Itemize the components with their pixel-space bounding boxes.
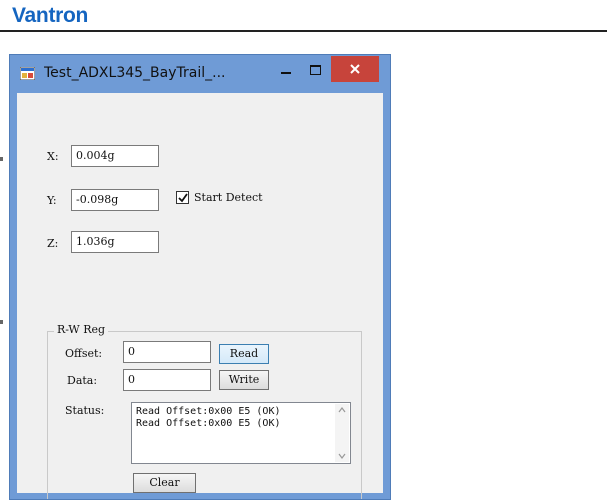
z-label: Z: — [47, 237, 59, 250]
status-line: Read Offset:0x00 E5 (OK) — [136, 418, 281, 429]
status-scrollbar[interactable] — [335, 404, 349, 462]
header-divider — [0, 30, 607, 32]
x-label: X: — [47, 150, 59, 163]
data-label: Data: — [67, 374, 98, 387]
write-button[interactable]: Write — [219, 370, 269, 390]
maximize-button[interactable] — [302, 57, 328, 81]
read-button[interactable]: Read — [219, 344, 269, 364]
offset-field[interactable]: 0 — [123, 341, 211, 363]
document-header: Vantron — [0, 0, 607, 36]
status-label: Status: — [65, 404, 105, 417]
minimize-button[interactable] — [272, 57, 298, 81]
start-detect-label: Start Detect — [194, 191, 263, 204]
y-label: Y: — [47, 194, 57, 207]
scroll-down-icon[interactable] — [338, 453, 346, 459]
start-detect-checkbox[interactable] — [176, 191, 189, 204]
clear-button[interactable]: Clear — [133, 473, 196, 493]
vantron-logo: Vantron — [12, 4, 89, 27]
checkmark-icon — [178, 193, 188, 203]
window-title: Test_ADXL345_BayTrail_... — [44, 65, 226, 81]
offset-label: Offset: — [65, 347, 103, 360]
close-button[interactable] — [331, 56, 379, 82]
x-value-field[interactable]: 0.004g — [71, 145, 159, 167]
app-icon — [20, 67, 35, 80]
z-value-field[interactable]: 1.036g — [71, 231, 159, 253]
status-line: Read Offset:0x00 E5 (OK) — [136, 406, 281, 417]
close-icon — [350, 64, 360, 74]
margin-mark — [0, 320, 3, 324]
scroll-up-icon[interactable] — [338, 407, 346, 413]
rw-reg-group-title: R-W Reg — [54, 323, 109, 336]
window-titlebar[interactable]: Test_ADXL345_BayTrail_... — [10, 55, 390, 92]
status-textbox[interactable]: Read Offset:0x00 E5 (OK) Read Offset:0x0… — [131, 402, 351, 464]
data-field[interactable]: 0 — [123, 369, 211, 391]
y-value-field[interactable]: -0.098g — [71, 189, 159, 211]
app-window: Test_ADXL345_BayTrail_... X: 0.004g Y: -… — [9, 54, 391, 500]
window-client-area: X: 0.004g Y: -0.098g Start Detect Z: 1.0… — [17, 93, 383, 499]
margin-mark — [0, 157, 3, 161]
